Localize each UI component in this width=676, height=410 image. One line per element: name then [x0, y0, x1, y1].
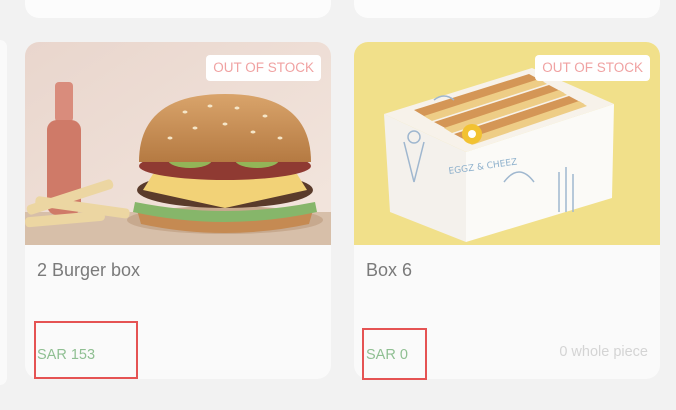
product-title: 2 Burger box	[37, 260, 141, 280]
price-highlight-box	[34, 321, 138, 379]
price-highlight-box	[362, 328, 427, 380]
product-card-partial-left[interactable]	[25, 0, 331, 18]
product-unit: 0 whole piece	[559, 344, 648, 360]
product-card-partial-right[interactable]	[354, 0, 660, 18]
out-of-stock-badge: OUT OF STOCK	[535, 55, 650, 81]
out-of-stock-badge: OUT OF STOCK	[206, 55, 321, 81]
product-title: Box 6	[366, 260, 413, 280]
product-card-partial-edge	[0, 40, 7, 385]
